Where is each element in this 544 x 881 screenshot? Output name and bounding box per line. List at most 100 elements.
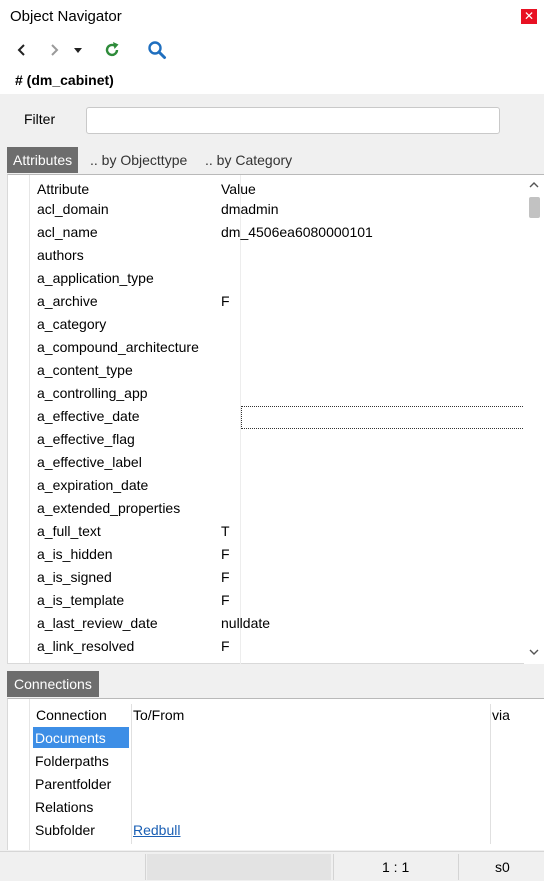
connections-gutter [8,699,30,850]
connections-panel: Connection To/From via Documents Folderp… [7,698,544,850]
attribute-value[interactable]: nulldate [221,615,270,631]
connection-name[interactable]: Folderpaths [35,753,109,769]
table-row[interactable]: a_is_template F [30,589,523,612]
attribute-name: a_extended_properties [37,500,181,516]
refresh-button[interactable] [101,38,123,62]
search-button[interactable] [146,38,168,62]
attributes-header-row: Attribute Value [30,175,523,198]
table-row[interactable]: a_compound_architecture [30,336,523,359]
tab-by-category[interactable]: .. by Category [199,147,298,173]
table-row[interactable]: acl_domain dmadmin [30,198,523,221]
object-navigator-window: Object Navigator ✕ # (dm_cabinet) Filter… [0,0,544,881]
status-separator [333,854,334,880]
table-row[interactable]: a_link_resolved F [30,635,523,658]
table-row[interactable]: a_application_type [30,267,523,290]
table-row[interactable]: a_archive F [30,290,523,313]
close-button[interactable]: ✕ [521,9,537,24]
attribute-name: a_controlling_app [37,385,148,401]
cursor-position: 1 : 1 [382,859,410,875]
table-row[interactable]: a_extended_properties [30,497,523,520]
scroll-up-icon[interactable] [529,180,539,190]
filter-input[interactable] [86,107,500,134]
attribute-value[interactable]: dm_4506ea6080000101 [221,224,373,240]
attribute-value[interactable]: F [221,592,230,608]
attribute-value[interactable]: F [221,293,230,309]
table-row[interactable]: a_controlling_app [30,382,523,405]
table-row[interactable]: acl_name dm_4506ea6080000101 [30,221,523,244]
table-row[interactable]: authors [30,244,523,267]
table-row[interactable]: a_is_hidden F [30,543,523,566]
attribute-value[interactable]: F [221,546,230,562]
connection-name[interactable]: Parentfolder [35,776,111,792]
tab-connections[interactable]: Connections [7,671,99,697]
attribute-column-header[interactable]: Attribute [37,181,89,197]
session-indicator: s0 [495,859,510,875]
scrollbar-thumb[interactable] [529,197,540,218]
filter-label: Filter [24,111,56,127]
list-item[interactable]: Folderpaths [30,750,530,773]
attribute-name: a_last_review_date [37,615,158,631]
window-title: Object Navigator [10,8,122,25]
attribute-name: a_effective_flag [37,431,135,447]
row-gutter [8,175,30,663]
tofrom-column-header[interactable]: To/From [133,707,184,723]
list-item[interactable]: Relations [30,796,530,819]
attribute-name: acl_domain [37,201,109,217]
attribute-value[interactable]: T [221,523,230,539]
connection-target-link[interactable]: Redbull [133,822,180,838]
search-icon [148,41,166,59]
caret-down-icon [74,48,82,53]
attribute-name: a_compound_architecture [37,339,199,355]
chevron-left-icon [17,44,25,56]
connection-name[interactable]: Subfolder [35,822,95,838]
table-row[interactable]: a_expiration_date [30,474,523,497]
status-separator [458,854,459,880]
attribute-name: a_is_hidden [37,546,113,562]
table-row[interactable]: a_effective_label [30,451,523,474]
status-progress-area [147,854,331,880]
attribute-name: authors [37,247,84,263]
attribute-name: a_effective_label [37,454,142,470]
table-row[interactable]: a_category [30,313,523,336]
attribute-value[interactable]: F [221,638,230,654]
attributes-grid: Attribute Value acl_domain dmadmin acl_na… [30,175,537,664]
tab-attributes[interactable]: Attributes [7,147,79,173]
connection-name[interactable]: Documents [35,730,106,746]
attribute-name: a_is_template [37,592,125,608]
attribute-name: a_category [37,316,107,332]
list-item[interactable]: Documents [30,727,530,750]
list-item[interactable]: Subfolder Redbull [30,819,530,842]
attribute-name: a_content_type [37,362,133,378]
focused-value-cell[interactable] [241,406,537,429]
value-column-header[interactable]: Value [221,181,256,197]
attribute-name: a_effective_date [37,408,140,424]
tab-by-objecttype[interactable]: .. by Objecttype [84,147,193,173]
attribute-name: a_expiration_date [37,477,149,493]
status-bar: 1 : 1 s0 [0,851,544,881]
attribute-name: a_archive [37,293,98,309]
forward-button[interactable] [43,38,65,62]
table-row[interactable]: a_full_text T [30,520,523,543]
attribute-name: acl_name [37,224,98,240]
table-row[interactable]: a_is_signed F [30,566,523,589]
via-column-header[interactable]: via [492,707,510,723]
table-row[interactable]: a_last_review_date nulldate [30,612,523,635]
object-name: # (dm_cabinet) [15,72,114,88]
history-dropdown-button[interactable] [67,38,89,62]
object-header: # (dm_cabinet) [0,66,544,94]
attribute-name: a_link_resolved [37,638,135,654]
refresh-icon [105,42,119,57]
connection-name[interactable]: Relations [35,799,93,815]
attribute-name: a_application_type [37,270,154,286]
attribute-value[interactable]: dmadmin [221,201,279,217]
table-row[interactable]: a_effective_flag [30,428,523,451]
connection-column-header[interactable]: Connection [36,707,107,723]
scroll-down-icon[interactable] [529,647,539,657]
table-row[interactable]: a_content_type [30,359,523,382]
status-separator [145,854,146,880]
list-item[interactable]: Parentfolder [30,773,530,796]
attributes-scrollbar[interactable] [524,175,544,664]
attribute-name: a_full_text [37,523,101,539]
back-button[interactable] [11,38,33,62]
attribute-value[interactable]: F [221,569,230,585]
